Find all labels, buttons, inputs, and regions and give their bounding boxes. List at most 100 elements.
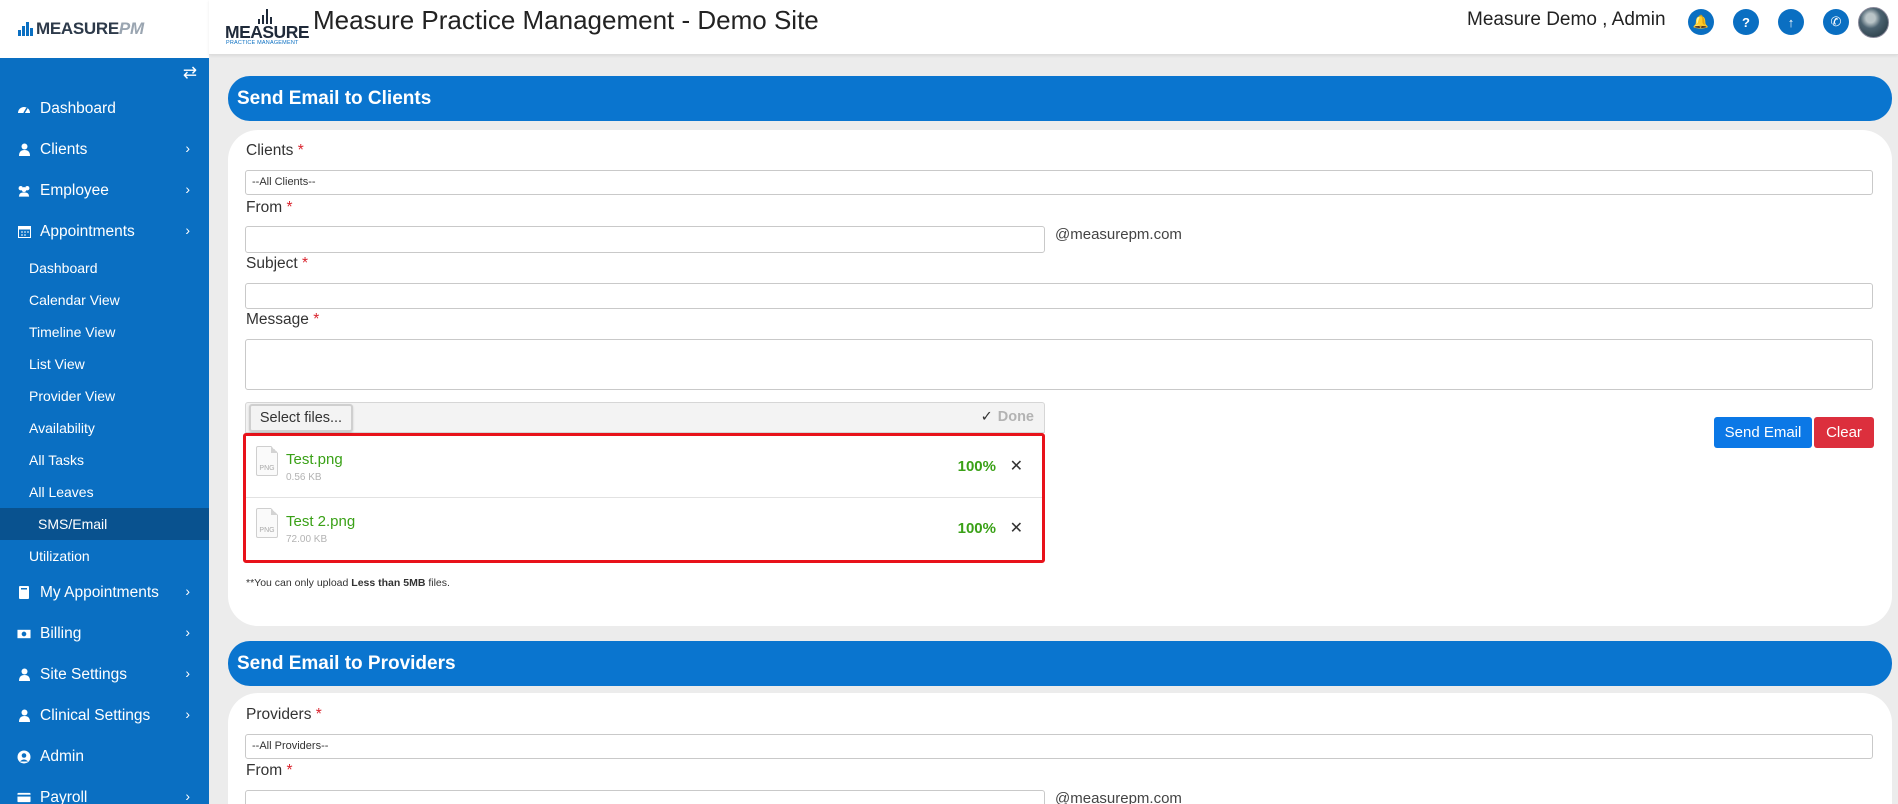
bell-icon[interactable]: 🔔 <box>1688 9 1714 35</box>
sidebar-item-label: Admin <box>40 747 84 765</box>
clients-section-header: Send Email to Clients <box>228 76 1892 121</box>
sidebar-logo-accent: PM <box>118 19 144 38</box>
sidebar-subitem-timeline-view[interactable]: Timeline View <box>0 316 209 348</box>
select-files-button[interactable]: Select files... <box>249 404 353 432</box>
message-textarea[interactable] <box>245 339 1873 390</box>
uploaded-file-list: PNG Test.png 0.56 KB 100% ✕ PNG Test 2.p… <box>243 433 1045 563</box>
subject-input[interactable] <box>245 283 1873 309</box>
page-title: Measure Practice Management - Demo Site <box>313 5 819 35</box>
sidebar-subitem-availability[interactable]: Availability <box>0 412 209 444</box>
sidebar-item-label: Site Settings <box>40 665 128 683</box>
sidebar-item-label: Dashboard <box>40 99 116 117</box>
send-email-button[interactable]: Send Email <box>1714 417 1812 448</box>
file-name: Test.png <box>286 451 343 468</box>
sidebar: MEASUREPM ⇄ Dashboard Clients › Employee… <box>0 0 209 804</box>
users-icon <box>17 184 31 198</box>
file-size: 0.56 KB <box>286 472 322 483</box>
chevron-right-icon: › <box>185 140 190 156</box>
providers-email-form: Providers * --All Providers-- From * @me… <box>228 693 1892 804</box>
providers-from-label: From * <box>246 762 293 779</box>
calendar-icon <box>17 225 31 239</box>
sidebar-subitem-utilization[interactable]: Utilization <box>0 540 209 572</box>
from-domain: @measurepm.com <box>1055 226 1182 243</box>
upload-icon[interactable]: ↑ <box>1778 9 1804 35</box>
chevron-right-icon: › <box>185 706 190 722</box>
chevron-right-icon: › <box>185 222 190 238</box>
user-circle-icon <box>17 750 31 764</box>
sidebar-item-label: Clients <box>40 140 88 158</box>
sidebar-item-label: Clinical Settings <box>40 706 151 724</box>
providers-from-input[interactable] <box>245 790 1045 804</box>
clear-button[interactable]: Clear <box>1814 417 1874 448</box>
sidebar-item-label: Payroll <box>40 788 88 804</box>
remove-file-icon[interactable]: ✕ <box>1010 456 1023 476</box>
providers-label: Providers * <box>246 706 322 723</box>
sidebar-subitem-calendar-view[interactable]: Calendar View <box>0 284 209 316</box>
sidebar-item-my-appointments[interactable]: My Appointments › <box>0 572 209 613</box>
sidebar-item-clients[interactable]: Clients › <box>0 129 209 170</box>
from-input[interactable] <box>245 226 1045 253</box>
chevron-right-icon: › <box>185 665 190 681</box>
user-name[interactable]: Measure Demo , Admin <box>1467 9 1666 31</box>
clients-label: Clients * <box>246 142 304 159</box>
upload-progress: 100% <box>957 520 996 537</box>
sidebar-item-employee[interactable]: Employee › <box>0 170 209 211</box>
check-icon: ✓ <box>980 409 993 425</box>
sidebar-subitem-list-view[interactable]: List View <box>0 348 209 380</box>
user-icon <box>17 668 31 682</box>
sidebar-item-label: Appointments <box>40 222 135 240</box>
sidebar-item-billing[interactable]: Billing › <box>0 613 209 654</box>
sidebar-item-label: Employee <box>40 181 109 199</box>
credit-card-icon <box>17 791 31 804</box>
help-icon[interactable]: ? <box>1733 9 1759 35</box>
dashboard-icon <box>17 102 31 116</box>
user-icon <box>17 709 31 723</box>
subject-label: Subject * <box>246 255 309 272</box>
money-icon <box>17 627 31 641</box>
logo-bars-icon <box>18 22 34 36</box>
sidebar-item-dashboard[interactable]: Dashboard <box>0 88 209 129</box>
phone-icon[interactable]: ✆ <box>1823 9 1849 35</box>
sidebar-item-appointments[interactable]: Appointments › <box>0 211 209 252</box>
file-name: Test 2.png <box>286 513 356 530</box>
chevron-right-icon: › <box>185 788 190 804</box>
file-size: 72.00 KB <box>286 534 328 545</box>
providers-section-header: Send Email to Providers <box>228 641 1892 686</box>
sidebar-subitem-provider-view[interactable]: Provider View <box>0 380 209 412</box>
chevron-right-icon: › <box>185 624 190 640</box>
sidebar-item-site-settings[interactable]: Site Settings › <box>0 654 209 695</box>
clients-select[interactable]: --All Clients-- <box>245 170 1873 195</box>
header-logo-sub: PRACTICE MANAGEMENT <box>226 40 299 46</box>
sidebar-subitem-dashboard[interactable]: Dashboard <box>0 252 209 284</box>
sidebar-item-clinical-settings[interactable]: Clinical Settings › <box>0 695 209 736</box>
from-label: From * <box>246 199 293 216</box>
sidebar-item-label: My Appointments <box>40 583 159 601</box>
chevron-right-icon: › <box>185 181 190 197</box>
upload-status: ✓ Done <box>980 409 1034 425</box>
list-item: PNG Test 2.png 72.00 KB 100% ✕ <box>246 498 1042 560</box>
sidebar-subitem-all-leaves[interactable]: All Leaves <box>0 476 209 508</box>
upload-toolbar: Select files... ✓ Done <box>245 402 1045 433</box>
providers-select[interactable]: --All Providers-- <box>245 734 1873 759</box>
avatar[interactable] <box>1858 7 1889 38</box>
clients-email-form: Clients * --All Clients-- From * @measur… <box>228 130 1892 626</box>
sidebar-subitem-sms-email[interactable]: SMS/Email <box>0 508 209 540</box>
upload-size-note: **You can only upload Less than 5MB file… <box>246 577 450 589</box>
sidebar-item-label: Billing <box>40 624 82 642</box>
user-icon <box>17 143 31 157</box>
file-uploader: Select files... ✓ Done PNG Test.png 0.56 … <box>243 402 1045 563</box>
sidebar-subitem-all-tasks[interactable]: All Tasks <box>0 444 209 476</box>
chevron-right-icon: › <box>185 583 190 599</box>
swap-icon: ⇄ <box>182 63 197 82</box>
providers-from-domain: @measurepm.com <box>1055 790 1182 804</box>
book-icon <box>17 586 31 600</box>
list-item: PNG Test.png 0.56 KB 100% ✕ <box>246 436 1042 498</box>
upload-progress: 100% <box>957 458 996 475</box>
remove-file-icon[interactable]: ✕ <box>1010 518 1023 538</box>
message-label: Message * <box>246 311 320 328</box>
header-logo[interactable]: MEASURE PRACTICE MANAGEMENT <box>225 7 310 47</box>
sidebar-item-payroll[interactable]: Payroll › <box>0 777 209 804</box>
sidebar-item-admin[interactable]: Admin <box>0 736 209 777</box>
sidebar-toggle[interactable]: ⇄ <box>0 58 209 88</box>
sidebar-logo[interactable]: MEASUREPM <box>0 0 209 58</box>
